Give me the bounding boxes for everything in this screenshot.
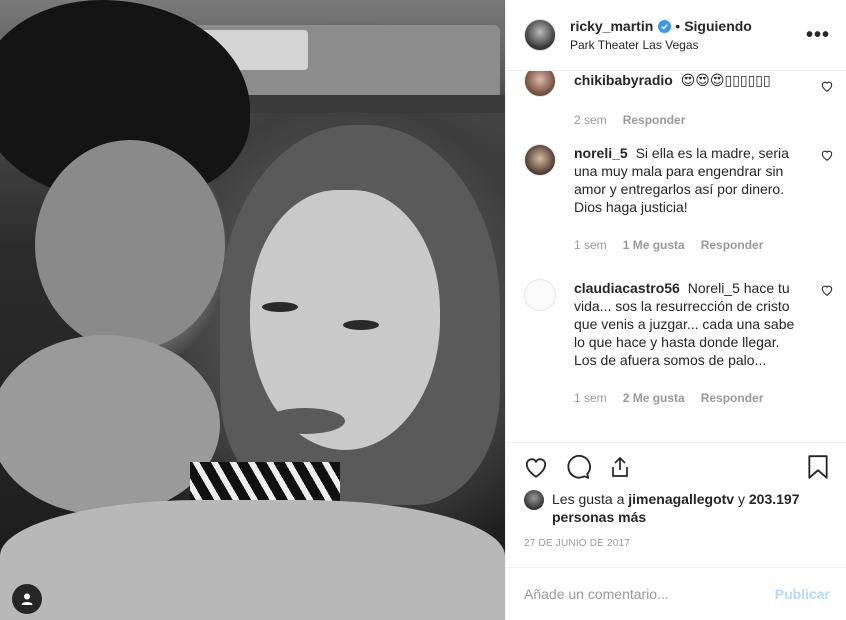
- liker-avatar[interactable]: [524, 490, 544, 510]
- comment-body: noreli_5 Si ella es la madre, seria una …: [574, 144, 796, 254]
- share-icon: [612, 456, 628, 477]
- comment-meta: 1 sem 1 Me gusta Responder: [574, 236, 796, 254]
- add-comment-bar: Publicar: [506, 567, 846, 620]
- comment-avatar[interactable]: [524, 144, 556, 176]
- likes-prefix: Les gusta a: [552, 491, 629, 507]
- post-actions-bar: [506, 442, 846, 490]
- like-button[interactable]: [522, 453, 550, 481]
- comment-item: chikibabyradio 😍😍😍▯▯▯▯▯▯ 2 sem Responder: [524, 71, 834, 129]
- comment-avatar[interactable]: [524, 71, 556, 97]
- post-date[interactable]: 27 DE JUNIO DE 2017: [506, 526, 846, 549]
- comment-reply-button[interactable]: Responder: [701, 389, 764, 407]
- comment-reply-button[interactable]: Responder: [623, 111, 686, 129]
- comment-button[interactable]: [564, 453, 592, 481]
- verified-icon: [658, 19, 672, 33]
- woman-eye-left: [262, 302, 298, 312]
- post-photo[interactable]: [0, 0, 505, 620]
- comment-item: noreli_5 Si ella es la madre, seria una …: [524, 144, 834, 254]
- comment-likes[interactable]: 2 Me gusta: [623, 389, 685, 407]
- post-sidebar: ricky_martin • Siguiendo Park Theater La…: [505, 0, 846, 620]
- share-button[interactable]: [606, 453, 634, 481]
- heart-small-icon[interactable]: [820, 79, 834, 93]
- comment-icon: [567, 454, 591, 479]
- user-tag-icon: [21, 593, 33, 605]
- arm-foreground: [0, 500, 505, 620]
- comment-username[interactable]: noreli_5: [574, 145, 628, 161]
- comment-body: chikibabyradio 😍😍😍▯▯▯▯▯▯ 2 sem Responder: [574, 71, 796, 129]
- comment-likes[interactable]: 1 Me gusta: [623, 236, 685, 254]
- likes-first-user[interactable]: jimenagallegotv: [628, 491, 734, 507]
- header-line: ricky_martin • Siguiendo: [570, 18, 806, 34]
- comments-list: chikibabyradio 😍😍😍▯▯▯▯▯▯ 2 sem Responder…: [506, 71, 846, 442]
- comment-text: 😍😍😍▯▯▯▯▯▯: [680, 72, 771, 88]
- comment-item: claudiacastro56 Noreli_5 hace tu vida...…: [524, 279, 834, 407]
- comment-username[interactable]: chikibabyradio: [574, 72, 673, 88]
- child-head: [0, 335, 220, 515]
- likes-text: Les gusta a jimenagallegotv y 203.197 pe…: [552, 490, 828, 526]
- post-header: ricky_martin • Siguiendo Park Theater La…: [506, 0, 846, 71]
- comment-username[interactable]: claudiacastro56: [574, 280, 680, 296]
- header-separator: •: [675, 18, 681, 34]
- more-options-button[interactable]: •••: [806, 24, 830, 47]
- add-comment-input[interactable]: [524, 586, 775, 602]
- likes-connector: y: [734, 491, 749, 507]
- comment-meta: 1 sem 2 Me gusta Responder: [574, 389, 796, 407]
- like-icon: [525, 457, 547, 478]
- comment-time[interactable]: 1 sem: [574, 389, 607, 407]
- user-tag-button[interactable]: [12, 584, 42, 614]
- save-button[interactable]: [804, 453, 832, 481]
- follow-status-button[interactable]: Siguiendo: [684, 18, 752, 34]
- heart-small-icon[interactable]: [820, 283, 834, 297]
- comment-reply-button[interactable]: Responder: [701, 236, 764, 254]
- comment-body: claudiacastro56 Noreli_5 hace tu vida...…: [574, 279, 796, 407]
- publish-button[interactable]: Publicar: [775, 586, 830, 602]
- instagram-post-view: ricky_martin • Siguiendo Park Theater La…: [0, 0, 846, 620]
- heart-small-icon[interactable]: [820, 148, 834, 162]
- comment-meta: 2 sem Responder: [574, 111, 796, 129]
- save-icon: [808, 454, 828, 479]
- comment-time[interactable]: 1 sem: [574, 236, 607, 254]
- likes-summary: Les gusta a jimenagallegotv y 203.197 pe…: [506, 490, 846, 526]
- post-location[interactable]: Park Theater Las Vegas: [570, 38, 806, 52]
- comment-avatar[interactable]: [524, 279, 556, 311]
- header-text: ricky_martin • Siguiendo Park Theater La…: [570, 18, 806, 52]
- author-username[interactable]: ricky_martin: [570, 18, 653, 34]
- author-avatar[interactable]: [524, 19, 556, 51]
- woman-eye-right: [343, 320, 379, 330]
- man-face: [35, 140, 225, 350]
- comment-time[interactable]: 2 sem: [574, 111, 607, 129]
- woman-lips: [265, 408, 345, 434]
